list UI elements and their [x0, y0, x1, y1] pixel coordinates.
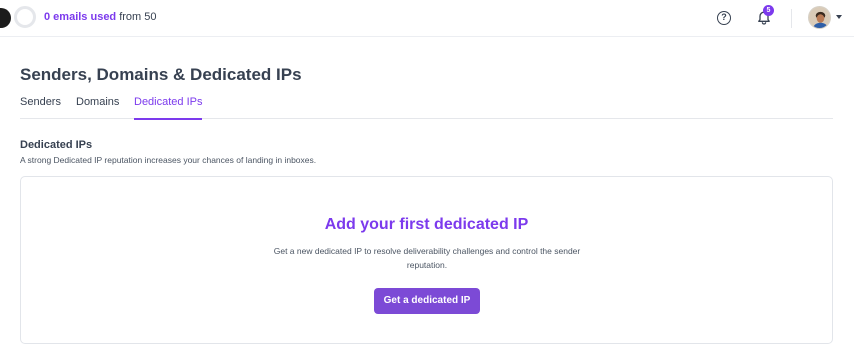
tab-dedicated-ips[interactable]: Dedicated IPs — [134, 96, 203, 120]
empty-state-card: Add your first dedicated IP Get a new de… — [20, 176, 833, 344]
email-usage-text: 0 emails used from 50 — [44, 11, 157, 23]
empty-state-title: Add your first dedicated IP — [324, 216, 529, 233]
tab-bar: Senders Domains Dedicated IPs — [20, 96, 833, 120]
email-usage-count: 0 emails used — [44, 11, 117, 23]
empty-state-description: Get a new dedicated IP to resolve delive… — [273, 246, 581, 270]
help-icon[interactable]: ? — [717, 11, 731, 25]
avatar-image — [809, 7, 830, 28]
top-bar: 0 emails used from 50 ? 5 — [0, 0, 854, 37]
usage-progress-ring-icon — [14, 6, 36, 28]
section-description: A strong Dedicated IP reputation increas… — [20, 155, 317, 165]
tab-senders[interactable]: Senders — [20, 96, 61, 119]
user-avatar[interactable] — [808, 6, 831, 29]
get-dedicated-ip-button[interactable]: Get a dedicated IP — [374, 288, 480, 314]
tab-domains[interactable]: Domains — [76, 96, 119, 119]
notification-count-badge: 5 — [763, 5, 774, 16]
page-title: Senders, Domains & Dedicated IPs — [20, 65, 302, 84]
sidebar-toggle-icon[interactable] — [0, 8, 11, 28]
topbar-divider — [791, 9, 792, 28]
email-usage-limit: from 50 — [116, 11, 157, 23]
account-menu-caret-icon[interactable] — [836, 15, 842, 19]
section-title: Dedicated IPs — [20, 139, 93, 151]
